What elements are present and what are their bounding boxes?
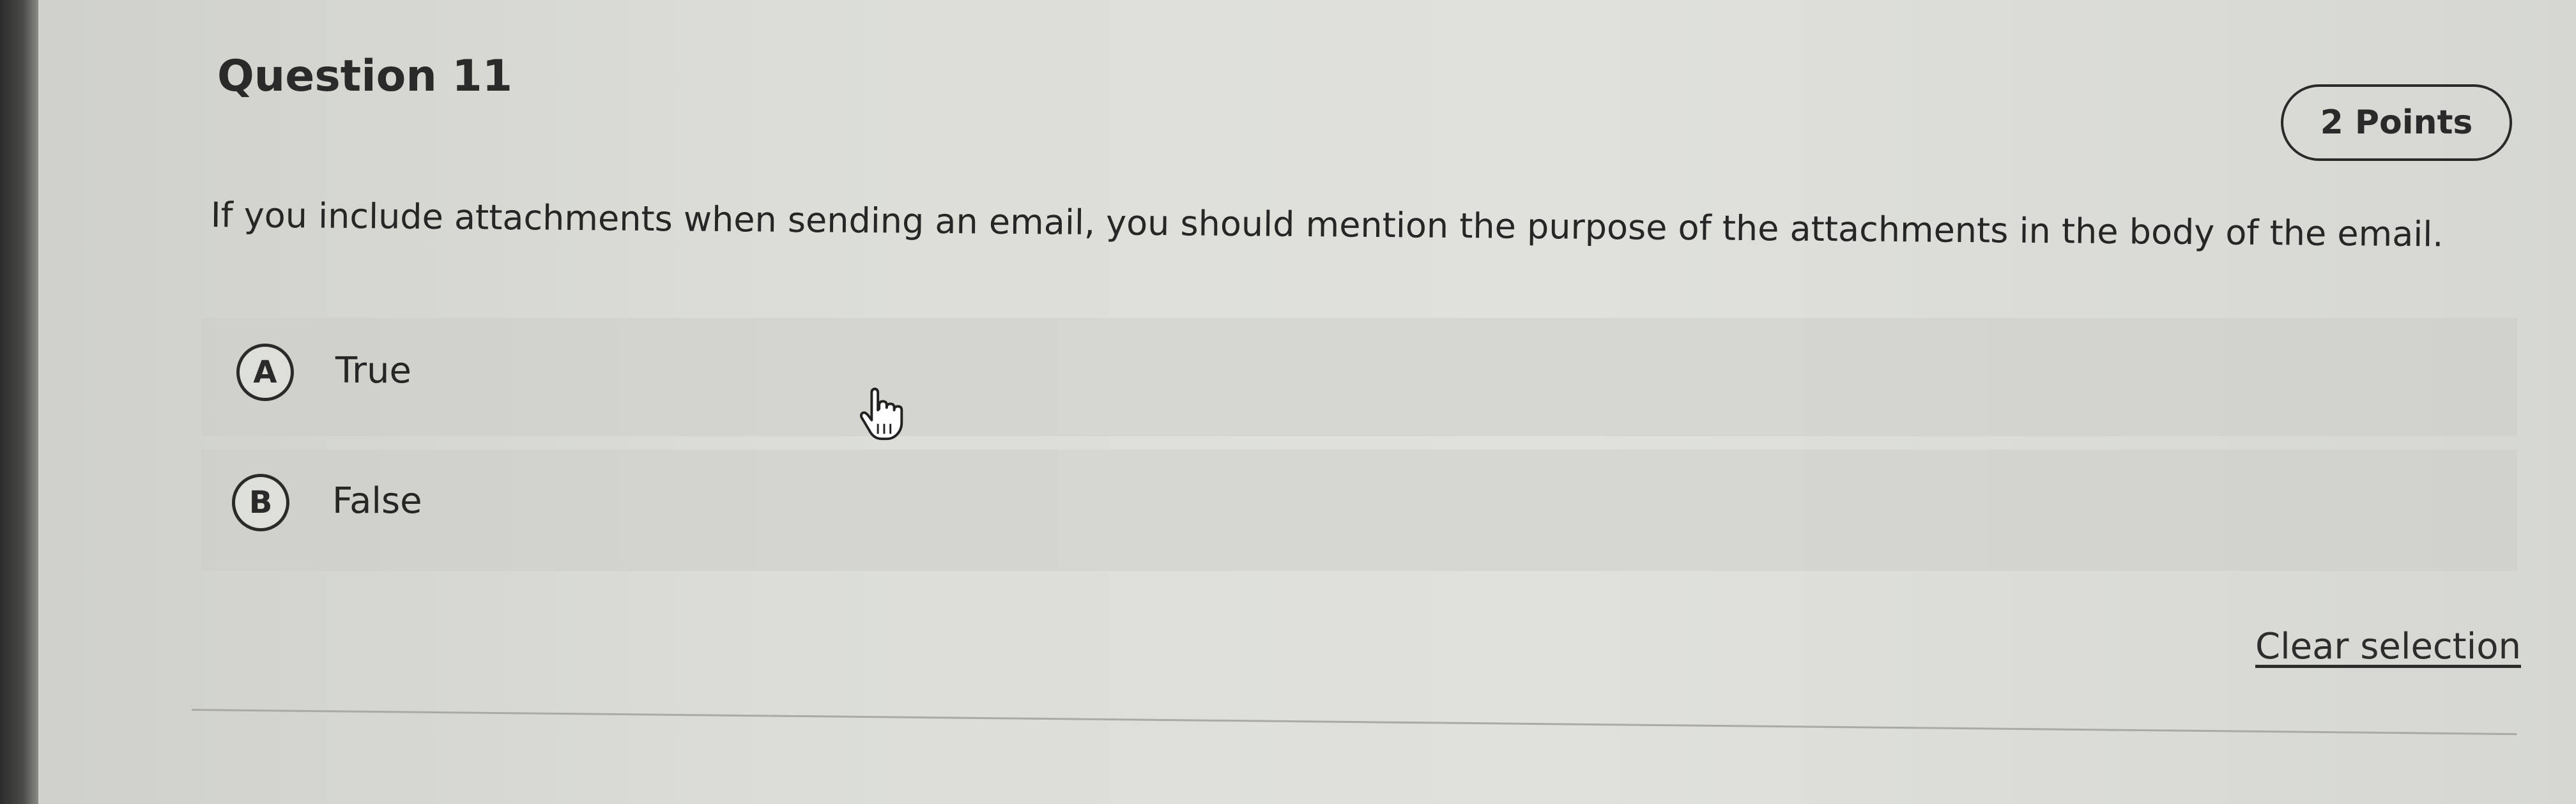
hand-pointer-icon (859, 387, 903, 441)
option-b-letter: B (232, 474, 289, 531)
question-text: If you include attachments when sending … (210, 195, 2444, 255)
section-divider (191, 709, 2517, 736)
screen-bezel (0, 0, 38, 804)
clear-selection-link[interactable]: Clear selection (2255, 626, 2521, 667)
option-a-letter: A (236, 344, 294, 401)
option-a[interactable]: A True (201, 318, 2517, 436)
option-b[interactable]: B False (201, 450, 2517, 571)
quiz-screen: Question 11 2 Points If you include atta… (0, 0, 2576, 804)
question-title: Question 11 (217, 51, 513, 102)
points-badge: 2 Points (2281, 84, 2512, 161)
option-a-label: True (335, 350, 411, 391)
option-b-label: False (332, 480, 422, 522)
